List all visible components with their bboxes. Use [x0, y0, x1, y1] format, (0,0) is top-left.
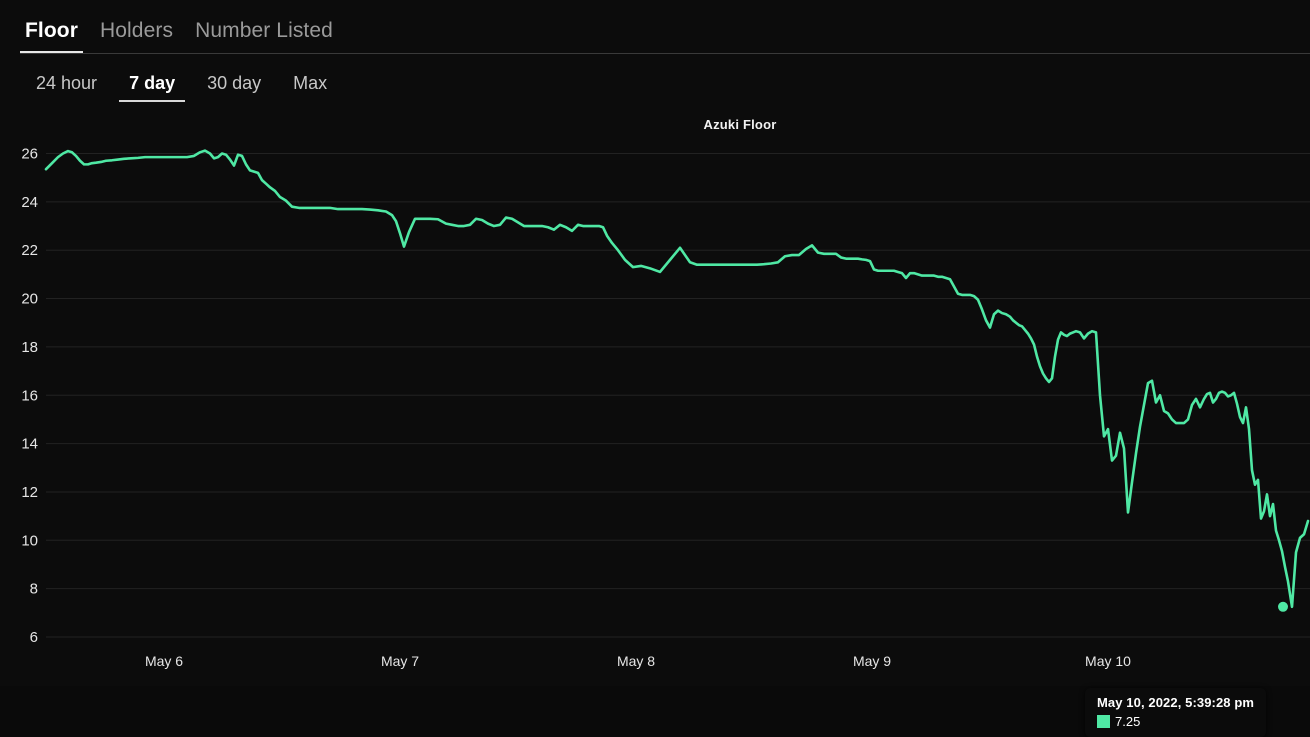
y-axis-tick-label: 8 [30, 581, 38, 598]
x-axis-tick-label: May 7 [381, 653, 419, 669]
y-axis-tick-label: 18 [21, 339, 38, 356]
y-axis-tick-label: 16 [21, 387, 38, 404]
y-axis-tick-label: 10 [21, 532, 38, 549]
tabbar-divider [20, 53, 1310, 54]
chart-container: Azuki Floor 68101214161820222426May 6May… [0, 108, 1310, 686]
y-axis-tick-label: 22 [21, 242, 38, 259]
tooltip-series-row: 7.25 [1097, 714, 1254, 729]
tab-number-listed[interactable]: Number Listed [184, 18, 344, 53]
y-axis-tick-label: 26 [21, 146, 38, 163]
range-button-max[interactable]: Max [277, 68, 343, 102]
range-button-24-hour[interactable]: 24 hour [20, 68, 113, 102]
x-axis-tick-label: May 10 [1085, 653, 1131, 669]
x-axis-tick-label: May 9 [853, 653, 891, 669]
x-axis-tick-label: May 6 [145, 653, 183, 669]
y-axis-tick-label: 12 [21, 484, 38, 501]
chart-page: FloorHoldersNumber Listed 24 hour7 day30… [0, 0, 1310, 686]
tooltip-value: 7.25 [1115, 714, 1140, 729]
highlighted-data-point[interactable] [1278, 602, 1288, 612]
floor-price-series-line [46, 151, 1308, 607]
range-button-7-day[interactable]: 7 day [113, 68, 191, 102]
chart-tooltip: May 10, 2022, 5:39:28 pm 7.25 [1085, 688, 1266, 737]
y-axis-tick-label: 20 [21, 291, 38, 308]
range-button-30-day[interactable]: 30 day [191, 68, 277, 102]
metric-tabs: FloorHoldersNumber Listed [20, 18, 344, 53]
floor-price-line-chart[interactable]: 6 8 10 12 14 16 18 20 22 24 26 May 6 May 7 May 8 May 9… [0, 108, 1310, 686]
tab-holders[interactable]: Holders [89, 18, 184, 53]
tab-floor[interactable]: Floor [20, 18, 89, 53]
time-range-selector: 24 hour7 day30 dayMax [20, 68, 343, 102]
metric-tabbar: FloorHoldersNumber Listed [0, 0, 1310, 55]
x-axis-tick-label: May 8 [617, 653, 655, 669]
tooltip-timestamp: May 10, 2022, 5:39:28 pm [1097, 695, 1254, 710]
y-axis-tick-label: 14 [21, 436, 38, 453]
y-axis-tick-label: 24 [21, 194, 38, 211]
y-axis-tick-label: 6 [30, 629, 38, 646]
tooltip-color-swatch [1097, 715, 1110, 728]
